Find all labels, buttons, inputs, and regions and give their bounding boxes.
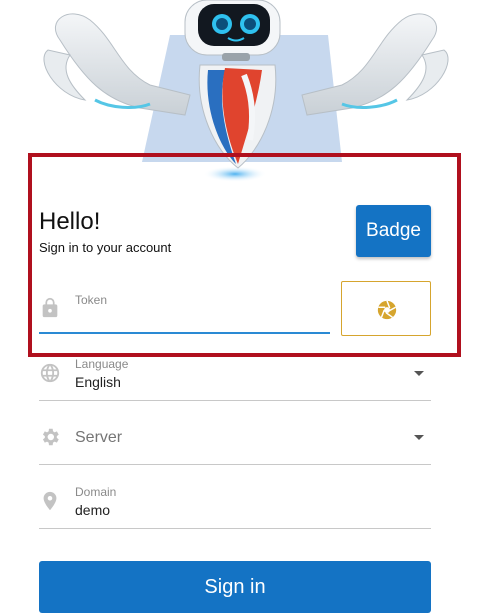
greeting-heading: Hello! xyxy=(39,208,101,235)
camera-shutter-icon xyxy=(377,300,397,320)
domain-input[interactable] xyxy=(75,501,415,519)
language-divider xyxy=(39,400,431,401)
language-select[interactable] xyxy=(39,358,431,398)
domain-divider xyxy=(39,528,431,529)
token-input-underline xyxy=(39,332,330,334)
server-chevron-down-icon xyxy=(414,435,424,440)
token-input[interactable] xyxy=(75,310,329,334)
language-chevron-down-icon xyxy=(414,371,424,376)
lock-icon xyxy=(39,297,61,319)
domain-label: Domain xyxy=(75,485,117,499)
sign-in-button[interactable]: Sign in xyxy=(39,561,431,613)
location-pin-icon xyxy=(39,490,61,512)
sign-in-subtitle: Sign in to your account xyxy=(39,240,172,255)
server-divider xyxy=(39,464,431,465)
server-select[interactable] xyxy=(39,420,431,460)
robot-head xyxy=(184,0,281,61)
token-label: Token xyxy=(75,293,108,307)
scan-camera-button[interactable] xyxy=(341,281,431,336)
robot-glow xyxy=(203,166,267,182)
badge-button[interactable]: Badge xyxy=(356,205,431,257)
robot-mascot-illustration xyxy=(43,0,449,182)
